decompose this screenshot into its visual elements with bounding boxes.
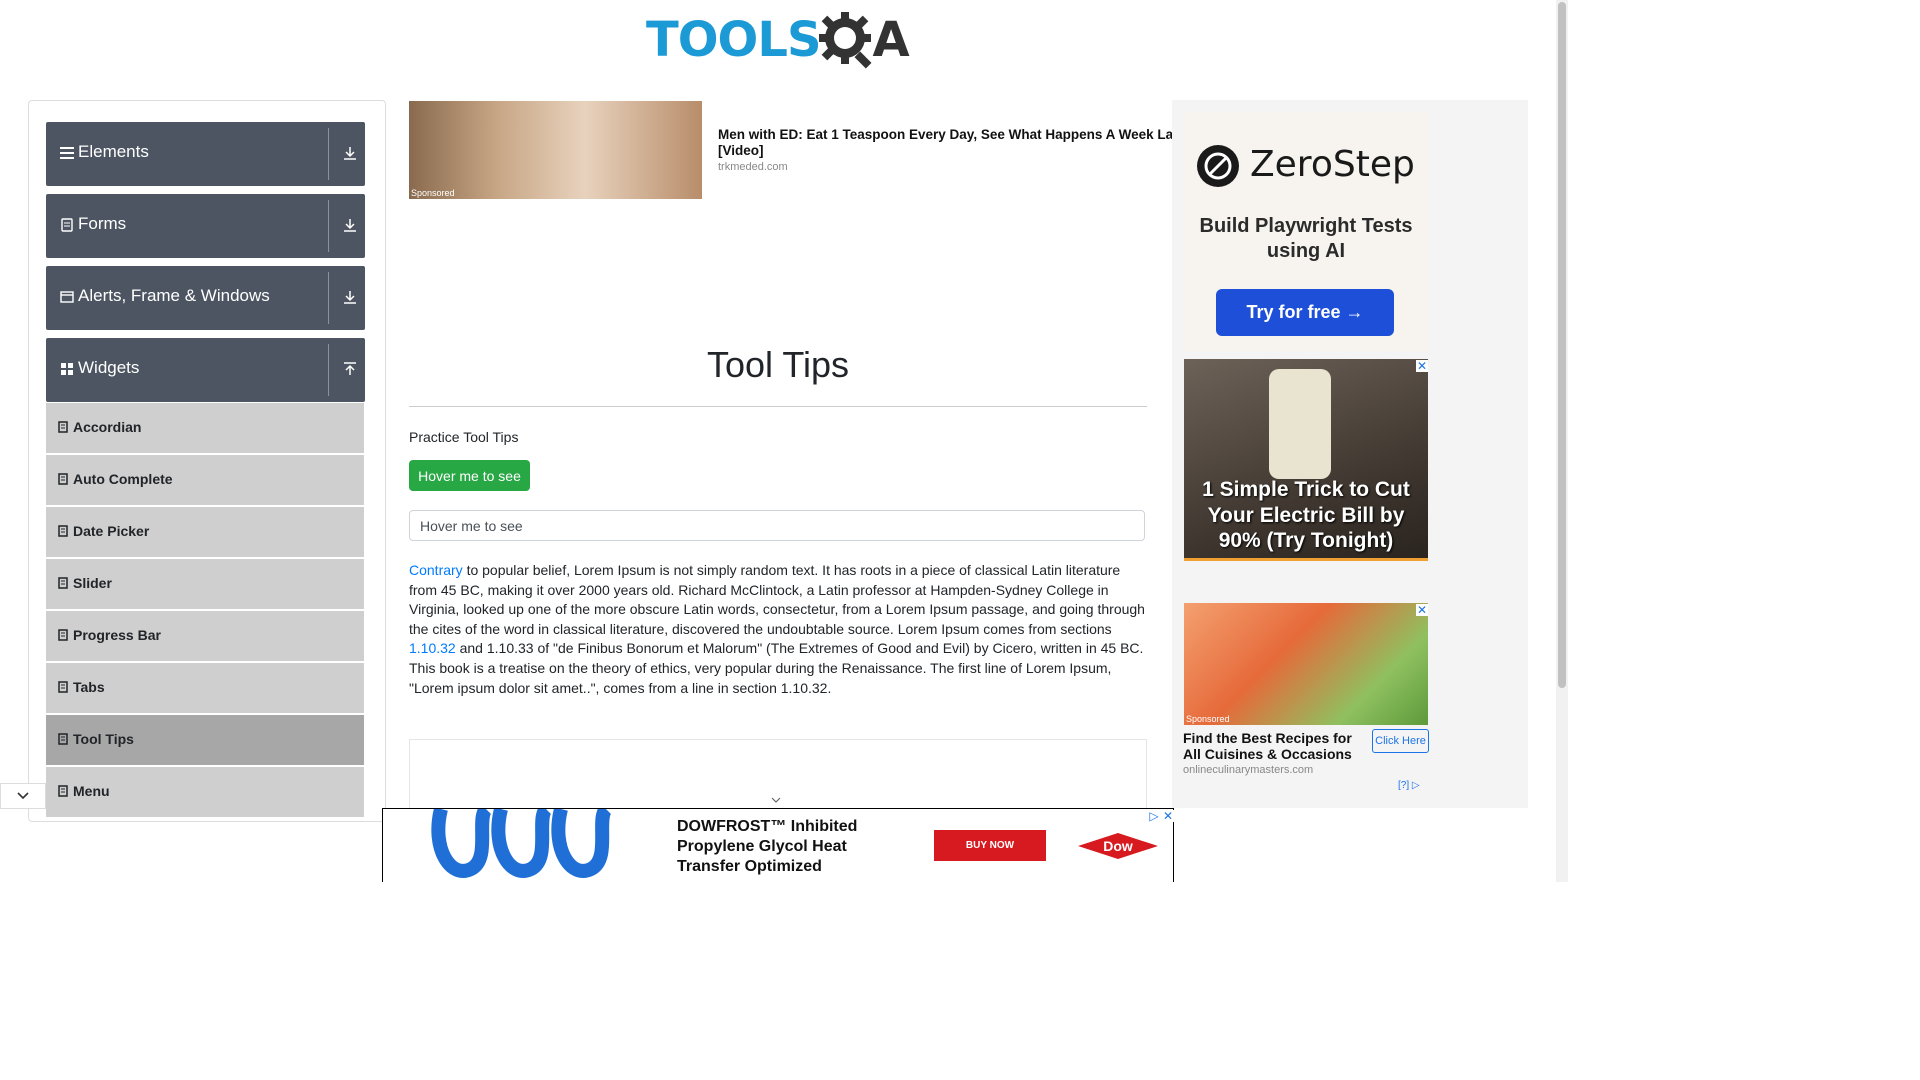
ad-title-line2[interactable]: [Video] [718,143,764,158]
tooltip-link-contrary[interactable]: Contrary [409,562,463,578]
sidebar-item-accordian[interactable]: Accordian [46,403,364,455]
sponsored-label: Sponsored [411,188,455,198]
grid-icon [61,363,73,375]
close-ad-icon[interactable]: ✕ [1416,360,1428,372]
list-item-icon [58,577,68,589]
divider [409,406,1147,407]
sidebar-group-label: Forms [78,214,127,233]
download-arrow-icon[interactable] [343,290,357,304]
recipe-ad-domain: onlineculinarymasters.com [1183,764,1314,776]
bottom-banner-ad[interactable]: DOWFROST™ Inhibited Propylene Glycol Hea… [382,808,1174,882]
window-icon [60,291,74,303]
close-ad-icon[interactable]: ✕ [1416,604,1428,616]
list-item-icon [58,785,68,797]
dow-logo-icon: Dow [1078,833,1158,859]
left-sidebar: Elements Forms Alerts, Frame & Windows W… [28,100,386,822]
practice-label: Practice Tool Tips [409,429,519,445]
buy-now-button[interactable]: BUY NOW [934,830,1046,861]
adchoices-triangle-icon: ▷ [1411,780,1420,791]
dow-logo-text: Dow [1103,838,1133,854]
list-item-icon [58,525,68,537]
adchoices-icon[interactable]: ▷ [1148,810,1160,822]
zerostep-name: ZeroStep [1250,144,1415,185]
list-item-icon [58,733,68,745]
divider [328,200,329,252]
sidebar-item-auto-complete[interactable]: Auto Complete [46,455,364,507]
list-item-icon [58,473,68,485]
click-here-button[interactable]: Click Here [1372,729,1429,753]
sidebar-group-elements[interactable]: Elements [46,122,365,186]
recipe-ad-title[interactable]: Find the Best Recipes for All Cuisines &… [1183,730,1373,762]
collapse-ad-button[interactable] [0,783,46,809]
tooltip-link-section[interactable]: 1.10.32 [409,640,456,656]
paragraph-text: and 1.10.33 of "de Finibus Bonorum et Ma… [409,640,1144,696]
paragraph-text: to popular belief, Lorem Ipsum is not si… [409,562,1145,637]
ad-choices-icon[interactable]: [?] ▷ [1398,780,1420,791]
logo-text-tools: TOOLS [646,12,822,68]
ad-domain: trkmeded.com [718,161,788,173]
site-logo[interactable]: TOOLS A [646,10,910,70]
sidebar-item-label: Slider [73,575,112,591]
hose-product-image [431,809,613,878]
ad-image: Sponsored [409,101,702,199]
sidebar-item-tool-tips[interactable]: Tool Tips [46,715,364,767]
sponsored-label: Sponsored [1186,714,1230,724]
ad-title[interactable]: Men with ED: Eat 1 Teaspoon Every Day, S… [718,127,1178,143]
sidebar-group-label: Elements [78,142,149,161]
list-item-icon [58,629,68,641]
divider [328,128,329,180]
outlet-image [1269,369,1331,479]
sidebar-item-label: Progress Bar [73,627,161,643]
sponsored-ad-top[interactable]: Sponsored Men with ED: Eat 1 Teaspoon Ev… [409,101,1179,199]
zerostep-tagline: Build Playwright Tests using AI [1199,215,1413,262]
page-scrollbar[interactable] [1556,0,1568,882]
scrollbar-thumb[interactable] [1558,2,1566,688]
download-arrow-icon[interactable] [343,146,357,160]
chevron-down-icon [17,792,29,800]
list-item-icon [58,681,68,693]
sidebar-group-alerts[interactable]: Alerts, Frame & Windows [46,266,365,330]
recipe-ad-image[interactable]: Sponsored [1184,603,1428,725]
sidebar-item-label: Tabs [73,679,105,695]
sidebar-group-widgets[interactable]: Widgets [46,338,365,402]
hamburger-icon [60,147,74,159]
sidebar-item-progress-bar[interactable]: Progress Bar [46,611,364,663]
sidebar-group-label: Widgets [78,358,140,377]
electric-bill-ad[interactable]: 1 Simple Trick to Cut Your Electric Bill… [1184,359,1428,561]
sidebar-group-label: Alerts, Frame & Windows [78,286,270,305]
sidebar-item-label: Date Picker [73,523,150,539]
divider [328,344,329,396]
ad-product-name: DOWFROST™ Inhibited Propylene Glycol Hea… [677,818,858,875]
ad-choices-label: [?] [1398,780,1410,791]
page-title: Tool Tips [706,344,850,385]
electric-ad-text: 1 Simple Trick to Cut Your Electric Bill… [1202,478,1410,552]
tooltip-hover-input[interactable] [409,510,1145,541]
close-ad-icon[interactable]: ✕ [1162,810,1174,822]
try-for-free-button[interactable]: Try for free → [1216,289,1394,336]
gear-logo-icon [818,12,872,69]
zerostep-logo-icon [1197,145,1239,187]
sidebar-item-label: Accordian [73,419,142,435]
logo-text-a: A [872,12,910,68]
upload-arrow-icon[interactable] [343,362,357,376]
download-arrow-icon[interactable] [343,218,357,232]
sidebar-item-label: Menu [73,783,110,799]
sidebar-item-label: Auto Complete [73,471,173,487]
chevron-down-icon[interactable] [770,795,782,805]
zerostep-ad[interactable]: ZeroStep Build Playwright Tests using AI… [1184,112,1428,352]
accent-bar [1184,558,1428,561]
sidebar-item-menu[interactable]: Menu [46,767,364,819]
divider [328,272,329,324]
document-icon [61,218,73,232]
sidebar-item-date-picker[interactable]: Date Picker [46,507,364,559]
sidebar-item-tabs[interactable]: Tabs [46,663,364,715]
sidebar-group-forms[interactable]: Forms [46,194,365,258]
sidebar-item-slider[interactable]: Slider [46,559,364,611]
tooltip-hover-button[interactable]: Hover me to see [409,460,530,491]
sidebar-item-label: Tool Tips [73,731,134,747]
tooltip-paragraph: Contrary to popular belief, Lorem Ipsum … [409,561,1147,698]
list-item-icon [58,421,68,433]
